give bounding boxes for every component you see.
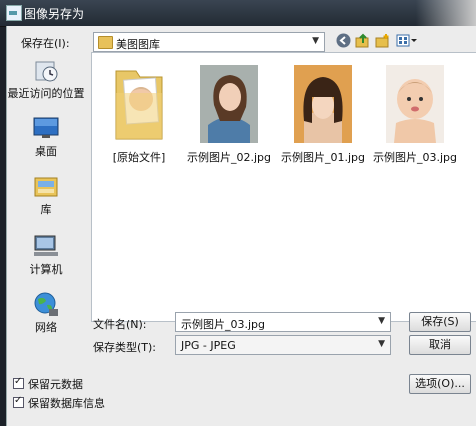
recent-places-icon xyxy=(32,58,60,82)
title-bar: 图像另存为 xyxy=(0,0,476,27)
filetype-select[interactable]: JPG - JPEG ▼ xyxy=(175,335,391,355)
place-label: 网络 xyxy=(35,321,57,334)
file-item-folder[interactable]: [原始文件] xyxy=(94,65,184,165)
back-icon[interactable] xyxy=(335,33,351,49)
file-item-image-03[interactable]: 示例图片_03.jpg xyxy=(370,65,460,165)
view-menu-icon[interactable] xyxy=(395,33,419,49)
keep-metadata-label: 保留元数据 xyxy=(28,378,83,391)
library-icon xyxy=(32,174,60,198)
folder-icon xyxy=(98,36,113,49)
file-list-pane: [原始文件] 示例图片_02.jpg 示例图片_01.jpg 示例图片_03.j… xyxy=(91,52,476,322)
titlebar-background-glow xyxy=(416,0,476,26)
filetype-label: 保存类型(T): xyxy=(93,341,157,354)
network-icon xyxy=(32,292,60,316)
desktop-icon xyxy=(32,116,60,140)
file-name: 示例图片_02.jpg xyxy=(186,151,271,164)
place-computer[interactable]: 计算机 xyxy=(7,234,85,277)
chevron-down-icon: ▼ xyxy=(378,339,385,349)
cancel-button[interactable]: 取消 xyxy=(409,335,471,355)
place-label: 库 xyxy=(40,203,52,216)
new-folder-icon[interactable] xyxy=(374,33,390,49)
save-in-label: 保存在(I): xyxy=(21,37,70,50)
places-bar: 最近访问的位置 桌面 库 计算机 网络 xyxy=(7,52,85,357)
keep-metadata-checkbox[interactable] xyxy=(13,376,24,389)
save-in-value: 美图图库 xyxy=(116,38,160,51)
chevron-down-icon: ▼ xyxy=(312,36,319,46)
file-item-image-01[interactable]: 示例图片_01.jpg xyxy=(278,65,368,165)
computer-icon xyxy=(32,234,60,258)
place-library[interactable]: 库 xyxy=(7,174,85,217)
filename-label: 文件名(N): xyxy=(93,318,147,331)
place-network[interactable]: 网络 xyxy=(7,292,85,335)
save-in-dropdown[interactable]: 美图图库 ▼ xyxy=(93,32,325,52)
file-name: 示例图片_03.jpg xyxy=(372,151,457,164)
filetype-value: JPG - JPEG xyxy=(181,339,236,352)
folder-thumbnail-icon xyxy=(110,65,168,143)
options-button[interactable]: 选项(O)... xyxy=(409,374,471,394)
image-thumbnail xyxy=(386,65,444,143)
file-name: 示例图片_01.jpg xyxy=(280,151,365,164)
app-icon xyxy=(6,5,22,21)
place-label: 计算机 xyxy=(29,263,63,276)
save-dialog: 保存在(I): 美图图库 ▼ 最近访问的位置 桌面 库 计算机 网络 [原始文件… xyxy=(6,26,476,426)
keep-database-info-label: 保留数据库信息 xyxy=(28,397,105,410)
window-title: 图像另存为 xyxy=(24,7,85,21)
place-label: 桌面 xyxy=(35,145,57,158)
file-item-image-02[interactable]: 示例图片_02.jpg xyxy=(184,65,274,165)
filename-value: 示例图片_03.jpg xyxy=(181,318,266,331)
place-desktop[interactable]: 桌面 xyxy=(7,116,85,159)
place-recent[interactable]: 最近访问的位置 xyxy=(7,58,85,101)
chevron-down-icon: ▼ xyxy=(378,316,385,326)
image-thumbnail xyxy=(200,65,258,143)
image-thumbnail xyxy=(294,65,352,143)
filename-input[interactable]: 示例图片_03.jpg ▼ xyxy=(175,312,391,332)
save-button[interactable]: 保存(S) xyxy=(409,312,471,332)
keep-database-info-checkbox[interactable] xyxy=(13,395,24,408)
file-name: [原始文件] xyxy=(112,151,166,164)
up-folder-icon[interactable] xyxy=(354,33,370,49)
place-label: 最近访问的位置 xyxy=(7,87,85,100)
